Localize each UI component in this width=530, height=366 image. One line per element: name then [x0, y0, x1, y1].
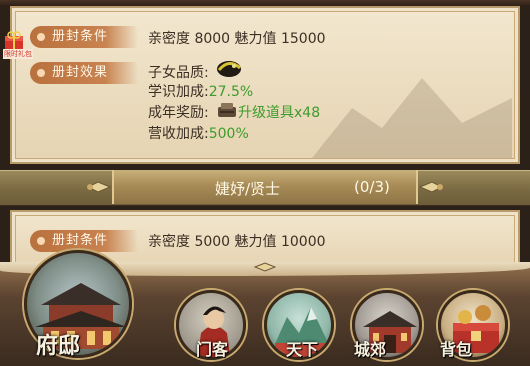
adult-reward-value: 升级道具x48: [238, 105, 321, 121]
condition-label-tag-2: 册封条件: [30, 230, 138, 252]
adult-reward-row: 成年奖励:: [148, 102, 209, 122]
condition-label: 册封条件: [52, 29, 109, 44]
condition-label-2: 册封条件: [52, 233, 109, 248]
upgrade-item-icon: [218, 103, 236, 117]
nav-world-label[interactable]: 天下: [286, 336, 318, 360]
nav-retainer-label[interactable]: 门客: [196, 336, 228, 360]
gift-label[interactable]: 限时礼包: [3, 49, 33, 59]
revenue-bonus-value: 500%: [208, 126, 249, 142]
ink-mountain-decoration: [312, 78, 512, 158]
study-bonus-value: 27.5%: [208, 84, 254, 100]
scroll-ornament-left-icon: [86, 181, 112, 193]
rank-title: 婕妤/贤士: [215, 180, 281, 198]
child-quality-row: 子女品质:: [148, 62, 209, 82]
child-quality-label: 子女品质:: [148, 65, 209, 81]
condition-text: 亲密度 8000 魅力值 15000: [148, 31, 326, 47]
effect-label: 册封效果: [52, 65, 109, 80]
adult-reward-label: 成年奖励:: [148, 105, 209, 121]
revenue-bonus-label: 营收加成:: [148, 126, 209, 142]
nav-suburb-label[interactable]: 城郊: [354, 336, 386, 360]
scroll-ornament-right-icon: [418, 181, 444, 193]
condition-label-tag: 册封条件: [30, 26, 138, 48]
rank-count: (0/3): [354, 178, 390, 196]
study-bonus-label: 学识加成:: [148, 84, 209, 100]
study-bonus-row: 学识加成:27.5%: [148, 81, 253, 101]
nav-mansion-label[interactable]: 府邸: [36, 328, 80, 360]
revenue-bonus-row: 营收加成:500%: [148, 123, 249, 143]
effect-label-tag: 册封效果: [30, 62, 138, 84]
center-ornament-icon: [254, 262, 276, 272]
nav-bag-label[interactable]: 背包: [440, 336, 472, 360]
condition-text-2: 亲密度 5000 魅力值 10000: [148, 234, 326, 250]
quality-grade-icon: [217, 61, 242, 77]
